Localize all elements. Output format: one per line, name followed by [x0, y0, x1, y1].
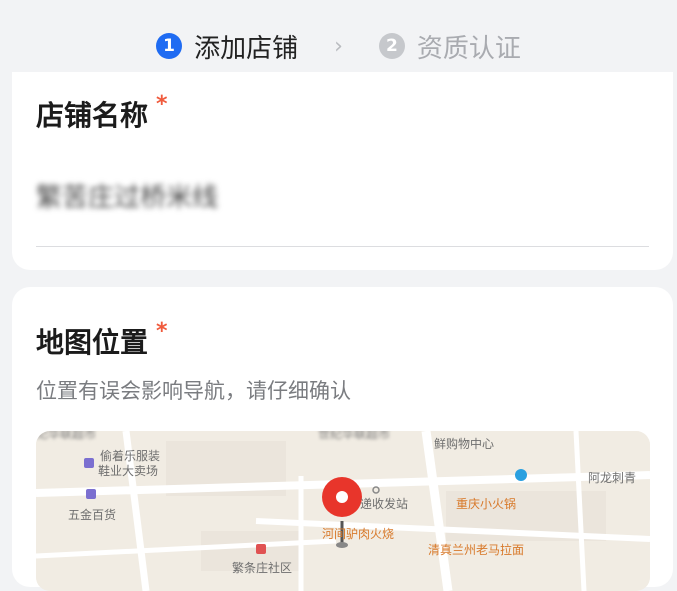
store-name-heading: 店铺名称 * [36, 94, 649, 134]
store-name-input[interactable]: 繁苦庄过桥米线 [36, 178, 649, 213]
step-number: 1 [156, 33, 183, 59]
poi-label: 繁条庄社区 [232, 561, 293, 575]
poi-label: 五金百货 [68, 508, 117, 522]
poi-label: 重庆小火锅 [456, 497, 517, 511]
required-mark: * [156, 319, 168, 344]
step-qualification: 2 资质认证 [378, 28, 521, 65]
step-label: 添加店铺 [194, 33, 299, 64]
input-underline [36, 246, 649, 247]
poi-label: 鲜购物中心 [434, 437, 495, 451]
store-name-card: 店铺名称 * 繁苦庄过桥米线 [12, 72, 673, 270]
map-view[interactable]: 世纪华联超市 世纪华联超市 鲜购物中心 偷着乐服装 鞋业大卖场 阿龙刺青 五金百… [36, 431, 650, 591]
map-location-title: 地图位置 [36, 326, 149, 359]
step-label: 资质认证 [416, 33, 521, 64]
chevron-right-icon: › [334, 33, 343, 59]
poi-label: 世纪华联超市 [318, 431, 391, 441]
step-number: 2 [378, 33, 405, 59]
poi-label: 鞋业大卖场 [98, 464, 159, 478]
map-location-heading: 地图位置 * [36, 321, 649, 361]
poi-label: 递收发站 [360, 497, 409, 511]
poi-label: 世纪华联超市 [36, 431, 97, 441]
step-add-store: 1 添加店铺 [156, 28, 298, 65]
poi-label: 清真兰州老马拉面 [428, 543, 525, 557]
map-location-card: 地图位置 * 位置有误会影响导航，请仔细确认 纪华联超市 世纪华联超市 鲜购物中… [12, 287, 673, 591]
map-hint: 位置有误会影响导航，请仔细确认 [36, 379, 351, 403]
poi-label: 河间驴肉火烧 [322, 527, 395, 541]
poi-label: 阿龙刺青 [588, 471, 637, 485]
store-name-title: 店铺名称 [36, 99, 149, 132]
required-mark: * [156, 92, 168, 117]
